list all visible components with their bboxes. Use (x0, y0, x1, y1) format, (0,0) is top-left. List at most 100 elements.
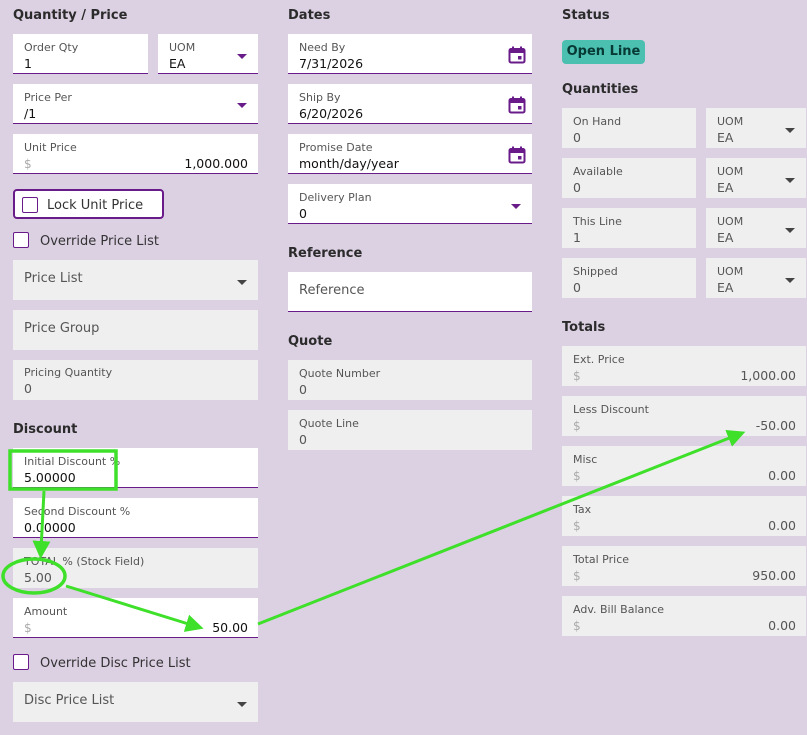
chevron-down-icon (785, 278, 795, 283)
currency-symbol: $ (24, 157, 32, 171)
uom-select[interactable]: UOM EA (158, 34, 258, 74)
delivery-plan-label: Delivery Plan (299, 191, 372, 204)
total-discount-field: TOTAL % (Stock Field) 5.00 (13, 548, 258, 588)
discount-heading: Discount (13, 422, 78, 437)
currency-symbol: $ (573, 419, 581, 433)
misc-field: Misc $ 0.00 (562, 446, 806, 486)
price-group-placeholder: Price Group (24, 321, 100, 336)
uom-label: UOM (717, 115, 744, 128)
chevron-down-icon (785, 228, 795, 233)
order-qty-label: Order Qty (24, 41, 79, 54)
ext-price-value: 1,000.00 (740, 368, 796, 383)
adv-bill-balance-label: Adv. Bill Balance (573, 603, 665, 616)
uom-label: UOM (717, 265, 744, 278)
lock-unit-price-checkbox[interactable] (22, 197, 38, 213)
uom-label: UOM (717, 215, 744, 228)
uom-value: EA (717, 180, 734, 195)
currency-symbol: $ (573, 469, 581, 483)
available-value: 0 (573, 180, 581, 195)
second-discount-value: 0.00000 (24, 520, 76, 535)
on-hand-value: 0 (573, 130, 581, 145)
disc-price-list-placeholder: Disc Price List (24, 693, 115, 708)
on-hand-label: On Hand (573, 115, 622, 128)
lock-unit-price-toggle[interactable]: Lock Unit Price (13, 189, 164, 219)
uom-value: EA (717, 130, 734, 145)
on-hand-uom-select[interactable]: UOM EA (706, 108, 806, 148)
currency-symbol: $ (573, 519, 581, 533)
tax-field: Tax $ 0.00 (562, 496, 806, 536)
ship-by-value: 6/20/2026 (299, 106, 364, 121)
delivery-plan-select[interactable]: Delivery Plan 0 (288, 184, 532, 224)
reference-input[interactable]: Reference (288, 272, 532, 312)
quantity-price-heading: Quantity / Price (13, 8, 128, 23)
status-heading: Status (562, 8, 610, 23)
on-hand-field: On Hand 0 (562, 108, 696, 148)
second-discount-label: Second Discount % (24, 505, 131, 518)
chevron-down-icon (237, 54, 247, 59)
total-price-field: Total Price $ 950.00 (562, 546, 806, 586)
this-line-uom-select[interactable]: UOM EA (706, 208, 806, 248)
quote-line-label: Quote Line (299, 417, 359, 430)
misc-value: 0.00 (768, 468, 796, 483)
override-price-list-checkbox[interactable] (13, 232, 29, 248)
discount-amount-value: 50.00 (212, 620, 248, 635)
chevron-down-icon (785, 128, 795, 133)
available-uom-select[interactable]: UOM EA (706, 158, 806, 198)
this-line-label: This Line (573, 215, 622, 228)
price-group-field[interactable]: Price Group (13, 310, 258, 350)
quote-number-label: Quote Number (299, 367, 381, 380)
status-badge: Open Line (562, 40, 645, 64)
second-discount-field[interactable]: Second Discount % 0.00000 (13, 498, 258, 538)
uom-value: EA (717, 230, 734, 245)
less-discount-value: -50.00 (755, 418, 796, 433)
calendar-icon[interactable] (508, 46, 526, 64)
available-field: Available 0 (562, 158, 696, 198)
promise-date-field[interactable]: Promise Date month/day/year (288, 134, 532, 174)
quote-line-field: Quote Line 0 (288, 410, 532, 450)
currency-symbol: $ (573, 619, 581, 633)
price-list-select[interactable]: Price List (13, 260, 258, 300)
need-by-date-field[interactable]: Need By 7/31/2026 (288, 34, 532, 74)
shipped-uom-select[interactable]: UOM EA (706, 258, 806, 298)
chevron-down-icon (237, 702, 247, 707)
price-per-label: Price Per (24, 91, 72, 104)
currency-symbol: $ (573, 569, 581, 583)
unit-price-field[interactable]: Unit Price $ 1,000.000 (13, 134, 258, 174)
tax-value: 0.00 (768, 518, 796, 533)
order-qty-field[interactable]: Order Qty 1 (13, 34, 148, 74)
discount-amount-field[interactable]: Amount $ 50.00 (13, 598, 258, 638)
override-disc-price-list-checkbox[interactable] (13, 654, 29, 670)
ship-by-date-field[interactable]: Ship By 6/20/2026 (288, 84, 532, 124)
lock-unit-price-label: Lock Unit Price (47, 198, 144, 213)
chevron-down-icon (237, 280, 247, 285)
delivery-plan-value: 0 (299, 206, 307, 221)
pricing-quantity-value: 0 (24, 381, 32, 396)
total-price-label: Total Price (573, 553, 630, 566)
initial-discount-label: Initial Discount % (24, 455, 121, 468)
quantities-heading: Quantities (562, 82, 639, 97)
unit-price-value: 1,000.000 (184, 156, 248, 171)
this-line-value: 1 (573, 230, 581, 245)
shipped-field: Shipped 0 (562, 258, 696, 298)
quote-line-value: 0 (299, 432, 307, 447)
override-price-list-label: Override Price List (40, 234, 159, 249)
totals-heading: Totals (562, 320, 606, 335)
disc-price-list-select[interactable]: Disc Price List (13, 682, 258, 722)
calendar-icon[interactable] (508, 146, 526, 164)
available-label: Available (573, 165, 623, 178)
need-by-value: 7/31/2026 (299, 56, 364, 71)
calendar-icon[interactable] (508, 96, 526, 114)
initial-discount-field[interactable]: Initial Discount % 5.00000 (13, 448, 258, 488)
less-discount-field: Less Discount $ -50.00 (562, 396, 806, 436)
ship-by-label: Ship By (299, 91, 341, 104)
pricing-quantity-field[interactable]: Pricing Quantity 0 (13, 360, 258, 400)
this-line-field: This Line 1 (562, 208, 696, 248)
override-disc-price-list-label: Override Disc Price List (40, 656, 191, 671)
promise-date-label: Promise Date (299, 141, 373, 154)
uom-value: EA (169, 56, 186, 71)
currency-symbol: $ (24, 621, 32, 635)
quote-number-field: Quote Number 0 (288, 360, 532, 400)
price-per-value: /1 (24, 106, 37, 121)
price-per-select[interactable]: Price Per /1 (13, 84, 258, 124)
chevron-down-icon (511, 204, 521, 209)
